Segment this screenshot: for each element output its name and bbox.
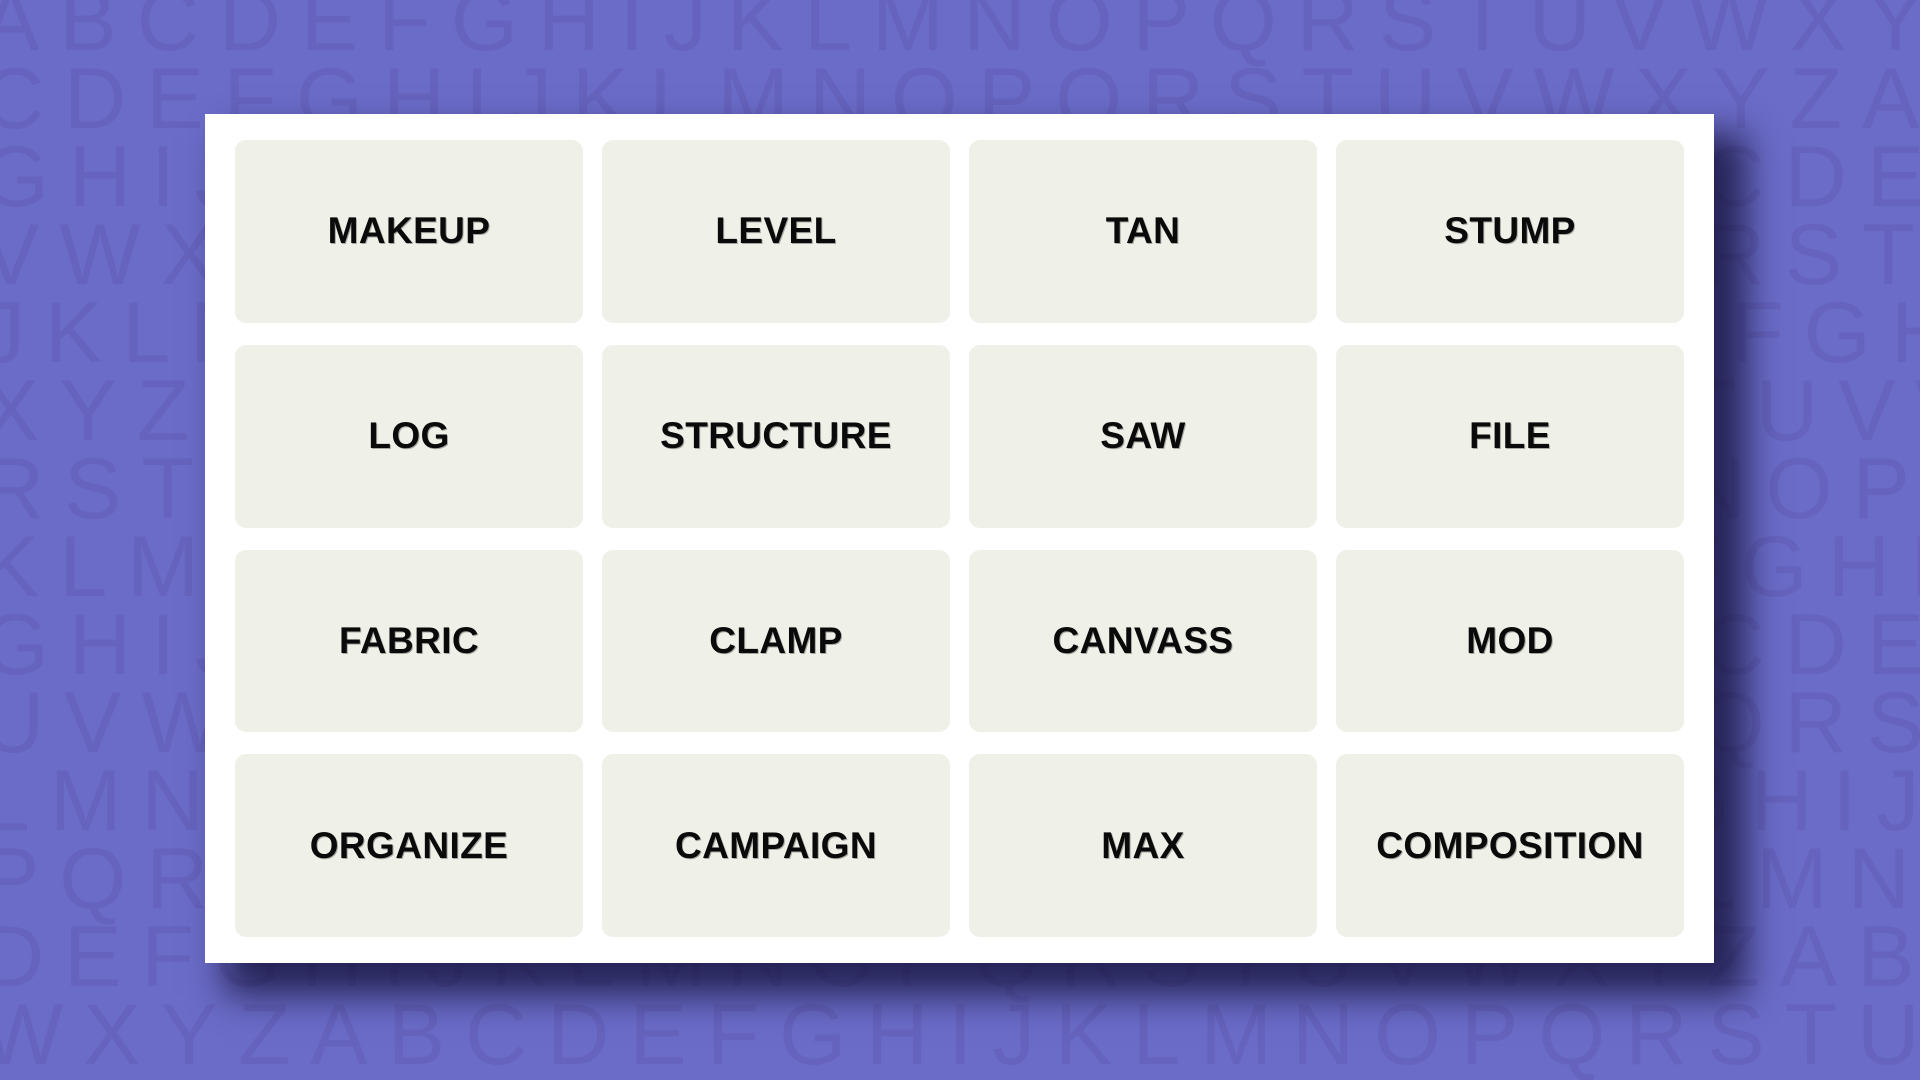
word-tile-label: MAKEUP (327, 210, 491, 252)
background-letter-row: ABCDEFGHIJKLMNOPQRSTUVWXYZABCDEF (0, 0, 1920, 69)
word-tile-label: TAN (1105, 210, 1181, 252)
word-tile-label: FABRIC (338, 619, 480, 661)
word-tile-label: COMPOSITION (1376, 824, 1644, 866)
word-tile-label: ORGANIZE (309, 824, 509, 866)
word-tile[interactable]: MAX (969, 754, 1317, 937)
word-tile[interactable]: FILE (1336, 344, 1684, 528)
word-tile[interactable]: ORGANIZE (235, 754, 583, 937)
word-tile-grid: MAKEUP LEVEL TAN STUMP LOG STRUCTURE SAW FILE FA… (235, 140, 1684, 937)
word-tile-label: CANVASS (1052, 619, 1234, 661)
word-tile[interactable]: CLAMP (602, 549, 950, 733)
word-tile[interactable]: FABRIC (235, 549, 583, 733)
word-tile-label: MOD (1466, 619, 1554, 661)
puzzle-card: MAKEUP LEVEL TAN STUMP LOG STRUCTURE SAW FILE FA… (205, 114, 1714, 963)
word-tile-label: STRUCTURE (660, 415, 892, 457)
word-tile[interactable]: LOG (235, 344, 583, 528)
word-tile[interactable]: TAN (969, 140, 1317, 323)
word-tile[interactable]: COMPOSITION (1336, 754, 1684, 937)
word-tile[interactable]: STRUCTURE (602, 344, 950, 528)
word-tile[interactable]: CAMPAIGN (602, 754, 950, 937)
word-tile[interactable]: MAKEUP (235, 140, 583, 323)
word-tile-label: CLAMP (709, 619, 843, 661)
word-tile-label: CAMPAIGN (675, 824, 877, 866)
word-tile-label: LOG (368, 415, 450, 457)
word-tile-label: FILE (1469, 415, 1551, 457)
word-tile[interactable]: CANVASS (969, 549, 1317, 733)
word-tile[interactable]: MOD (1336, 549, 1684, 733)
word-tile[interactable]: SAW (969, 344, 1317, 528)
word-tile[interactable]: LEVEL (602, 140, 950, 323)
word-tile-label: STUMP (1444, 210, 1576, 252)
word-tile-label: LEVEL (715, 210, 837, 252)
word-tile-label: SAW (1100, 415, 1186, 457)
word-tile-label: MAX (1101, 824, 1185, 866)
background-letter-row: WXYZABCDEFGHIJKLMNOPQRSTUVWXYZAB (0, 987, 1920, 1080)
word-tile[interactable]: STUMP (1336, 140, 1684, 323)
